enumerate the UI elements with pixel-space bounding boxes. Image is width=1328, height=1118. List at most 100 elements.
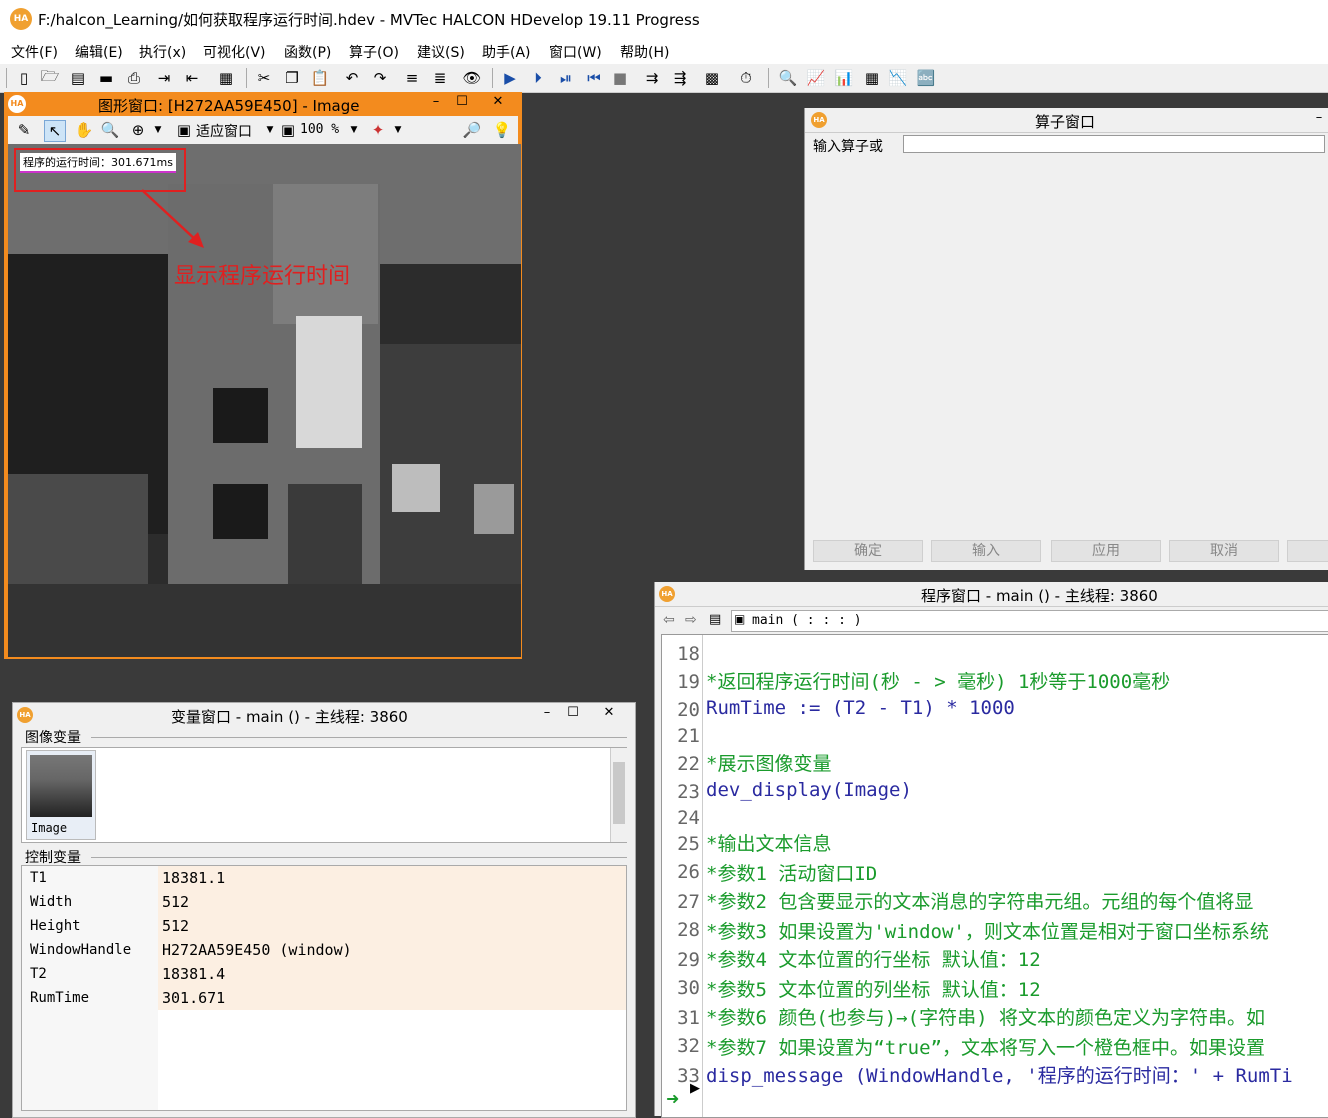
program-window-header: HA 程序窗口 - main () - 主线程: 3860 [655,582,1328,607]
reset-all-icon[interactable]: ⇶ [670,68,690,88]
program-settings-icon[interactable]: ▦ [216,68,236,88]
profiler-icon[interactable]: ▩ [702,68,722,88]
procedure-edit-icon[interactable]: ▤ [709,612,721,627]
chevron-down-icon[interactable]: ▼ [344,120,364,140]
halcon-logo-icon: HA [811,112,827,128]
open-file-icon[interactable]: 🗁 [40,67,60,88]
gray-histogram-icon[interactable]: 📉 [888,68,908,88]
operator-input-label: 输入算子或 [813,139,883,155]
halcon-logo-icon: HA [10,8,32,30]
forward-icon[interactable]: ⇨ [685,612,697,628]
table-row[interactable]: T1 18381.1 [22,866,624,890]
table-row[interactable]: T2 18381.4 [22,962,624,986]
operator-input[interactable] [903,135,1325,153]
control-variables-header: 控制变量 [25,850,81,866]
chevron-down-icon[interactable]: ▼ [148,120,168,140]
menu-window[interactable]: 窗口(W) [549,42,602,62]
menu-edit[interactable]: 编辑(E) [75,42,123,62]
pc-arrow-icon: ➜ [666,1089,680,1108]
procedure-selector[interactable]: ▣ main ( : : : ) [731,610,1328,632]
import-icon[interactable]: ⇥ [154,68,174,88]
step-over-icon[interactable]: ⏵ [528,68,548,88]
line-profile-icon[interactable]: 📊 [834,68,854,88]
back-icon[interactable]: ⇦ [663,612,675,628]
maximize-icon[interactable]: ☐ [452,94,472,112]
zoom-icon[interactable]: ▣ [278,120,298,140]
enter-button[interactable]: 输入 [931,540,1041,562]
find-icon[interactable]: 👁 [462,68,482,88]
image-variable-thumb[interactable]: Image [26,750,96,840]
operator-window-title: 算子窗口 [1035,113,1096,131]
copy-icon[interactable]: ❐ [282,68,302,88]
menu-procedures[interactable]: 函数(P) [284,42,331,62]
variable-window: HA 变量窗口 - main () - 主线程: 3860 – ☐ ✕ 图像变量… [12,702,636,1118]
close-icon[interactable]: ✕ [488,94,508,112]
table-row[interactable]: Width 512 [22,890,624,914]
zoom-level[interactable]: 100 % [300,122,339,137]
inspect-icon[interactable]: 🔎 [462,120,482,140]
cut-icon[interactable]: ✂ [254,68,274,88]
fit-window-icon[interactable]: ▣ [174,120,194,140]
timer-icon[interactable]: ⏱ [736,68,756,88]
new-file-icon[interactable]: ▯ [14,68,34,88]
zoom-in-icon[interactable]: ⊕ [128,120,148,140]
image-variable-label: Image [31,821,68,835]
step-into-icon[interactable]: ⏯ [556,68,576,88]
undo-icon[interactable]: ↶ [342,68,362,88]
comment-icon[interactable]: ≡ [402,68,422,88]
edit-icon[interactable]: ✎ [14,120,34,140]
operator-window: HA 算子窗口 – 输入算子或 确定 输入 应用 取消 [804,108,1328,570]
chevron-down-icon[interactable]: ▼ [260,120,280,140]
histogram-icon[interactable]: 📈 [806,68,826,88]
paste-icon[interactable]: 📋 [310,68,330,88]
table-row[interactable]: WindowHandle H272AA59E450 (window) [22,938,624,962]
ok-button[interactable]: 确定 [813,540,923,562]
uncomment-icon[interactable]: ≣ [430,68,450,88]
menu-visualization[interactable]: 可视化(V) [203,42,266,62]
zoom-window-icon[interactable]: 🔍 [778,68,798,88]
menu-suggestions[interactable]: 建议(S) [417,42,465,62]
save-icon[interactable]: ▬ [96,68,116,88]
print-icon[interactable]: ⎙ [124,68,144,88]
halcon-logo-icon: HA [17,707,33,723]
reset-program-icon[interactable]: ⇉ [642,68,662,88]
menu-file[interactable]: 文件(F) [11,42,58,62]
ocr-icon[interactable]: 🔤 [916,68,936,88]
redo-icon[interactable]: ↷ [370,68,390,88]
menu-help[interactable]: 帮助(H) [620,42,669,62]
feature-inspection-icon[interactable]: ▦ [862,68,882,88]
cancel-button[interactable]: 取消 [1169,540,1279,562]
magnifier-icon[interactable]: 🔍 [100,120,120,140]
chevron-down-icon[interactable]: ▼ [388,120,408,140]
pointer-icon[interactable]: ↖ [44,120,66,142]
export-icon[interactable]: ⇤ [182,68,202,88]
run-icon[interactable]: ▶ [500,68,520,88]
close-icon[interactable]: ✕ [599,705,619,723]
minimize-icon[interactable]: – [537,705,557,723]
fit-window-label[interactable]: 适应窗口 [196,121,252,141]
iconic-scrollbar[interactable] [610,748,627,842]
annotation-arrow [141,189,204,248]
thumbnail-image [30,755,92,817]
menu-assistants[interactable]: 助手(A) [482,42,531,62]
step-out-icon[interactable]: ⏮ [584,68,604,88]
pan-hand-icon[interactable]: ✋ [74,120,94,140]
maximize-icon[interactable]: ☐ [563,705,583,723]
menu-bar: 文件(F) 编辑(E) 执行(x) 可视化(V) 函数(P) 算子(O) 建议(… [0,38,1328,64]
lightbulb-icon[interactable]: 💡 [492,120,512,140]
image-canvas[interactable]: 程序的运行时间：301.671ms 显示程序运行时间 [8,144,521,657]
color-brush-icon[interactable]: ✦ [368,120,388,140]
code-editor[interactable]: 18 19 *返回程序运行时间(秒 - > 毫秒) 1秒等于1000毫秒 20 Ru… [661,634,1328,1118]
open-example-icon[interactable]: ▤ [68,68,88,88]
minimize-icon[interactable]: – [426,94,446,112]
procedure-name: main ( : : : ) [752,613,862,628]
table-row[interactable]: Height 512 [22,914,624,938]
stop-icon[interactable]: ■ [610,68,630,88]
minimize-icon[interactable]: – [1309,110,1328,128]
menu-operators[interactable]: 算子(O) [349,42,399,62]
table-row[interactable]: RumTime 301.671 [22,986,624,1010]
apply-button[interactable]: 应用 [1051,540,1161,562]
help-button[interactable] [1287,540,1328,562]
menu-execute[interactable]: 执行(x) [139,42,186,62]
annotation-text: 显示程序运行时间 [174,264,351,289]
